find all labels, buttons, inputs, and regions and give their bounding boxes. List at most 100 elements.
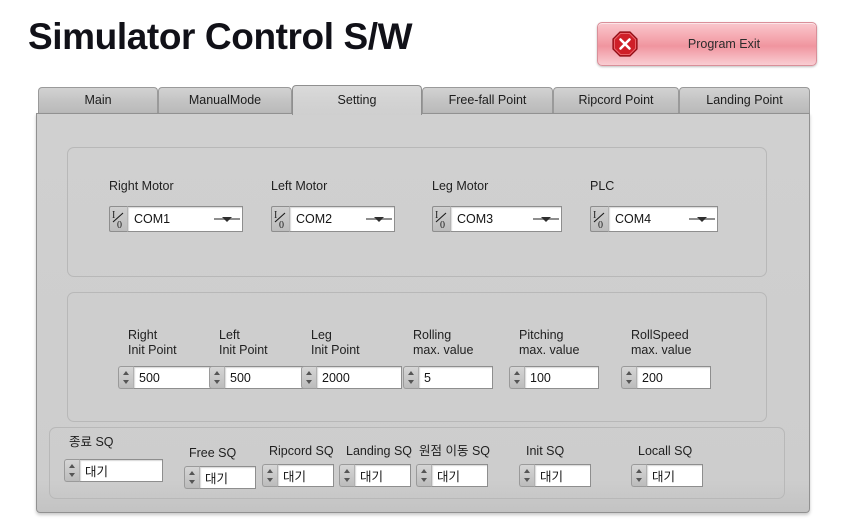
port-combo-1[interactable]: I 0 COM2	[271, 206, 395, 232]
sq-input-2[interactable]: 대기	[262, 464, 334, 487]
point-input-2[interactable]: 2000	[301, 366, 402, 389]
point-label-line2-4: max. value	[519, 343, 580, 357]
program-exit-label: Program Exit	[687, 37, 761, 51]
sq-label-4: 원점 이동 SQ	[419, 444, 491, 458]
spinner-updown-icon[interactable]	[262, 464, 277, 487]
port-combo-value-2: COM3	[457, 212, 494, 226]
point-label-3: Rolling max. value	[413, 328, 473, 358]
point-label-line1-4: Pitching	[519, 328, 564, 342]
sq-input-1[interactable]: 대기	[184, 466, 256, 489]
sq-label-2: Ripcord SQ	[269, 444, 334, 458]
sq-label-6: Locall SQ	[638, 444, 693, 458]
tab-ripcord-point[interactable]: Ripcord Point	[553, 87, 679, 113]
sq-input-6[interactable]: 대기	[631, 464, 703, 487]
point-input-value-2: 2000	[322, 370, 350, 385]
point-label-line2-3: max. value	[413, 343, 474, 357]
chevron-down-icon[interactable]	[533, 217, 559, 222]
spinner-updown-icon[interactable]	[621, 366, 636, 389]
point-input-body-2[interactable]: 2000	[316, 366, 402, 389]
sq-label-3: Landing SQ	[346, 444, 413, 458]
point-label-2: Leg Init Point	[311, 328, 360, 358]
point-input-body-4[interactable]: 100	[524, 366, 599, 389]
spinner-updown-icon[interactable]	[519, 464, 534, 487]
sq-input-body-2[interactable]: 대기	[277, 464, 334, 487]
point-input-value-3: 5	[424, 370, 431, 385]
spinner-updown-icon[interactable]	[209, 366, 224, 389]
point-label-1: Left Init Point	[219, 328, 268, 358]
port-combo-value-0: COM1	[134, 212, 171, 226]
tab-landing-point[interactable]: Landing Point	[679, 87, 810, 113]
spinner-updown-icon[interactable]	[416, 464, 431, 487]
sq-input-body-3[interactable]: 대기	[354, 464, 411, 487]
svg-text:I: I	[435, 210, 438, 221]
sq-input-5[interactable]: 대기	[519, 464, 591, 487]
tab-main[interactable]: Main	[38, 87, 158, 113]
sq-input-value-0: 대기	[85, 465, 109, 479]
spinner-updown-icon[interactable]	[339, 464, 354, 487]
spinner-updown-icon[interactable]	[509, 366, 524, 389]
sq-input-4[interactable]: 대기	[416, 464, 488, 487]
svg-text:0: 0	[279, 220, 284, 231]
point-label-line1-2: Leg	[311, 328, 332, 342]
port-combo-body-1[interactable]: COM2	[289, 206, 395, 232]
tab-bar: Main ManualMode Setting Free-fall Point Ripc…	[36, 85, 810, 115]
point-label-line2-5: max. value	[631, 343, 692, 357]
program-exit-button[interactable]: Program Exit	[597, 22, 817, 66]
sq-label-1: Free SQ	[189, 446, 237, 460]
spinner-updown-icon[interactable]	[301, 366, 316, 389]
point-input-0[interactable]: 500	[118, 366, 219, 389]
point-label-line2-2: Init Point	[311, 343, 360, 357]
port-combo-body-2[interactable]: COM3	[450, 206, 562, 232]
chevron-down-icon[interactable]	[366, 217, 392, 222]
svg-text:0: 0	[117, 220, 122, 231]
tab-setting[interactable]: Setting	[292, 85, 422, 115]
port-combo-3[interactable]: I 0 COM4	[590, 206, 718, 232]
sq-input-body-4[interactable]: 대기	[431, 464, 488, 487]
point-input-body-5[interactable]: 200	[636, 366, 711, 389]
spinner-updown-icon[interactable]	[64, 459, 79, 482]
svg-text:0: 0	[598, 220, 603, 231]
port-combo-body-3[interactable]: COM4	[608, 206, 718, 232]
tab-free-fall-point[interactable]: Free-fall Point	[422, 87, 553, 113]
point-label-line1-1: Left	[219, 328, 240, 342]
sq-input-3[interactable]: 대기	[339, 464, 411, 487]
sq-input-value-1: 대기	[205, 472, 229, 486]
point-input-body-3[interactable]: 5	[418, 366, 493, 389]
io-resource-icon: I0	[271, 206, 289, 232]
point-label-line1-3: Rolling	[413, 328, 452, 342]
port-combo-value-1: COM2	[296, 212, 333, 226]
point-input-body-0[interactable]: 500	[133, 366, 219, 389]
sq-label-0: 종료 SQ	[69, 435, 114, 449]
spinner-updown-icon[interactable]	[403, 366, 418, 389]
spinner-updown-icon[interactable]	[118, 366, 133, 389]
chevron-down-icon[interactable]	[689, 217, 715, 222]
point-input-4[interactable]: 100	[509, 366, 599, 389]
tab-manualmode[interactable]: ManualMode	[158, 87, 292, 113]
point-input-body-1[interactable]: 500	[224, 366, 310, 389]
sq-input-value-5: 대기	[540, 470, 564, 484]
port-label-2: Leg Motor	[432, 179, 489, 193]
io-resource-icon: I0	[432, 206, 450, 232]
port-combo-0[interactable]: I 0 COM1	[109, 206, 243, 232]
point-input-3[interactable]: 5	[403, 366, 493, 389]
point-input-1[interactable]: 500	[209, 366, 310, 389]
point-input-value-1: 500	[230, 370, 251, 385]
chevron-down-icon[interactable]	[214, 217, 240, 222]
spinner-updown-icon[interactable]	[631, 464, 646, 487]
point-input-value-4: 100	[530, 370, 551, 385]
sq-input-body-5[interactable]: 대기	[534, 464, 591, 487]
spinner-updown-icon[interactable]	[184, 466, 199, 489]
port-combo-2[interactable]: I 0 COM3	[432, 206, 562, 232]
sq-input-value-4: 대기	[437, 470, 461, 484]
sq-input-body-1[interactable]: 대기	[199, 466, 256, 489]
point-input-5[interactable]: 200	[621, 366, 711, 389]
sq-input-0[interactable]: 대기	[64, 459, 163, 482]
svg-text:I: I	[112, 210, 115, 221]
tab-content-panel: Right Motor I 0 COM1 Left Motor I 0 COM2 Leg Mot…	[36, 113, 810, 513]
port-label-1: Left Motor	[271, 179, 328, 193]
port-combo-body-0[interactable]: COM1	[127, 206, 243, 232]
port-label-0: Right Motor	[109, 179, 174, 193]
point-label-line1-5: RollSpeed	[631, 328, 689, 342]
sq-input-body-6[interactable]: 대기	[646, 464, 703, 487]
sq-input-body-0[interactable]: 대기	[79, 459, 163, 482]
